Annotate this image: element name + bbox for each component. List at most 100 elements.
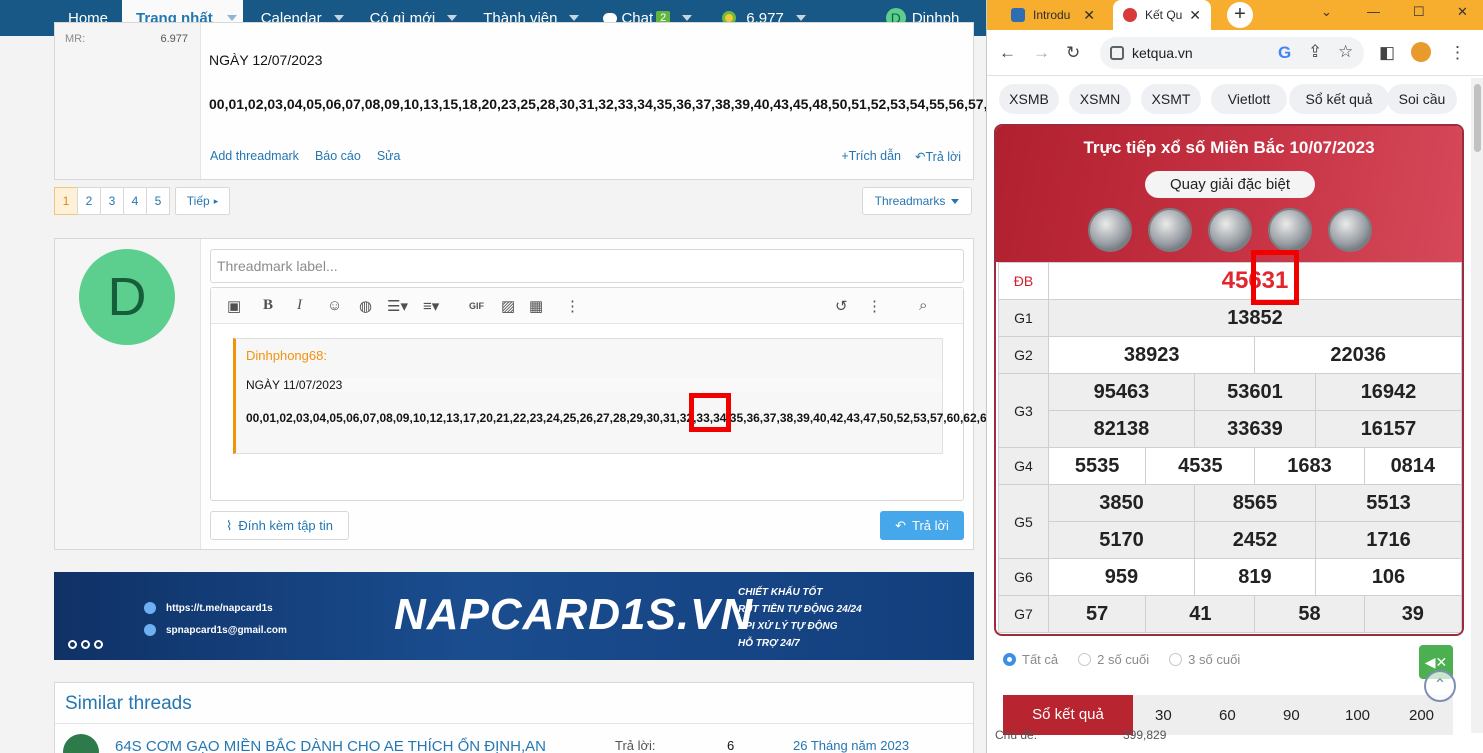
filter-all[interactable]: Tất cả (1003, 652, 1058, 667)
thread-link[interactable]: 64S CƠM GẠO MIỀN BẮC DÀNH CHO AE THÍCH Ổ… (115, 738, 546, 753)
star-icon[interactable]: ☆ (1338, 42, 1353, 62)
thread-date[interactable]: 26 Tháng năm 2023 (793, 738, 909, 753)
page-1[interactable]: 1 (54, 187, 78, 215)
money-icon[interactable]: ▣ (227, 297, 241, 315)
next-page-button[interactable]: Tiếp ▸ (175, 187, 230, 215)
prize-label: ĐB (998, 262, 1049, 300)
chip-soi-cau[interactable]: Soi cầu (1387, 84, 1457, 114)
chevron-down-icon[interactable] (682, 15, 693, 21)
chip-vietlott[interactable]: Vietlott (1211, 84, 1287, 114)
more-icon[interactable]: ⋮ (867, 297, 882, 315)
list-icon[interactable]: ≡▾ (423, 297, 439, 315)
menu-icon[interactable]: ⋮ (1449, 43, 1466, 63)
site-info-icon[interactable] (1110, 46, 1124, 60)
prize-value: 39 (1363, 595, 1462, 633)
category-chips: XSMB XSMN XSMT Vietlott Sổ kết quả Soi c… (987, 76, 1483, 122)
count-option[interactable]: 30 (1155, 707, 1172, 724)
filter-2-digits[interactable]: 2 số cuối (1078, 652, 1149, 667)
carousel-dot[interactable] (81, 640, 90, 649)
sidepanel-icon[interactable]: ◧ (1379, 43, 1395, 63)
count-option[interactable]: 60 (1219, 707, 1236, 724)
close-icon[interactable]: ✕ (1457, 4, 1468, 20)
mr-value: 6.977 (160, 33, 188, 45)
media-icon[interactable]: ▦ (529, 297, 543, 315)
chevron-down-icon[interactable] (569, 15, 580, 21)
count-option[interactable]: 100 (1345, 707, 1370, 724)
chip-so-ket-qua[interactable]: Sổ kết quả (1289, 84, 1389, 114)
chip-xsmb[interactable]: XSMB (999, 84, 1059, 114)
quote-link[interactable]: +Trích dẫn (841, 149, 901, 164)
table-row: G1 13852 (998, 299, 1462, 337)
italic-icon[interactable]: I (297, 297, 302, 314)
emoji-icon[interactable]: ☺ (327, 297, 342, 314)
avatar[interactable] (63, 734, 99, 753)
submit-reply-button[interactable]: ↶ Trả lời (880, 511, 964, 540)
chevron-down-icon[interactable] (795, 15, 806, 21)
carousel-dot[interactable] (94, 640, 103, 649)
chevron-down-icon[interactable] (333, 15, 344, 21)
threadmarks-button[interactable]: Threadmarks (862, 187, 972, 215)
new-tab-button[interactable]: + (1227, 2, 1253, 28)
url-text: ketqua.vn (1132, 45, 1193, 61)
tab-introduction[interactable]: Introdu ✕ (1001, 0, 1105, 30)
report-link[interactable]: Báo cáo (315, 149, 361, 163)
palette-icon[interactable]: ◍ (359, 297, 372, 315)
filter-3-digits[interactable]: 3 số cuối (1169, 652, 1240, 667)
threadmark-label-input[interactable]: Threadmark label... (210, 249, 964, 283)
chevron-down-icon[interactable] (226, 15, 237, 21)
google-icon[interactable]: G (1278, 43, 1291, 63)
tab-ket-qua[interactable]: Kết Qu ✕ (1113, 0, 1211, 30)
gif-icon[interactable]: GIF (469, 301, 484, 311)
similar-threads-title: Similar threads (65, 693, 192, 714)
minimize-icon[interactable]: — (1367, 4, 1380, 19)
profile-icon[interactable] (1411, 42, 1431, 62)
attach-label: Đính kèm tập tin (238, 518, 333, 533)
carousel-dot[interactable] (68, 640, 77, 649)
chip-xsmt[interactable]: XSMT (1141, 84, 1201, 114)
image-icon[interactable]: ▨ (501, 297, 515, 315)
edit-link[interactable]: Sửa (377, 149, 401, 163)
chevron-down-icon[interactable] (447, 15, 458, 21)
prize-value: 13852 (1048, 299, 1462, 337)
undo-icon[interactable]: ↺ (835, 297, 848, 315)
chevron-down-icon[interactable]: ⌄ (1321, 4, 1332, 20)
share-icon[interactable]: ⇪ (1308, 42, 1322, 62)
quote-author[interactable]: Dinhphong68: (246, 348, 327, 363)
lottery-header: Trực tiếp xổ số Miền Bắc 10/07/2023 Quay… (996, 126, 1462, 262)
reply-link[interactable]: ↶Trả lời (915, 149, 961, 164)
stats-peek: Chủ đề: 399,829 (995, 728, 1225, 742)
count-option[interactable]: 90 (1283, 707, 1300, 724)
more-icon[interactable]: ⋮ (565, 297, 580, 315)
add-threadmark-link[interactable]: Add threadmark (210, 149, 299, 163)
reload-icon[interactable]: ↻ (1066, 43, 1080, 63)
bold-icon[interactable]: B (263, 297, 273, 314)
spin-special-button[interactable]: Quay giải đặc biệt (1145, 171, 1315, 198)
table-row: G6 959 819 106 (998, 558, 1462, 596)
site-favicon-icon (1011, 8, 1025, 22)
close-icon[interactable]: ✕ (1083, 7, 1095, 24)
close-icon[interactable]: ✕ (1189, 7, 1201, 24)
maximize-icon[interactable]: ☐ (1413, 4, 1425, 20)
omnibox[interactable]: ketqua.vn G ⇪ ☆ (1100, 37, 1364, 69)
scrollbar-thumb[interactable] (1474, 84, 1481, 152)
scroll-top-button[interactable]: ⌃ (1424, 670, 1456, 702)
back-icon[interactable]: ← (999, 43, 1016, 63)
count-option[interactable]: 200 (1409, 707, 1434, 724)
carousel-dots[interactable] (68, 640, 103, 649)
prize-value: 0814 (1363, 447, 1462, 485)
page-5[interactable]: 5 (146, 187, 170, 215)
scrollbar[interactable] (1471, 78, 1483, 733)
preview-icon[interactable]: ⌕ (919, 297, 927, 314)
attach-file-button[interactable]: ⌇ Đính kèm tập tin (210, 511, 349, 540)
table-row: G3 95463 53601 16942 (998, 373, 1462, 448)
page-4[interactable]: 4 (123, 187, 147, 215)
avatar[interactable]: D (79, 249, 175, 345)
chip-xsmn[interactable]: XSMN (1069, 84, 1131, 114)
forward-icon[interactable]: → (1033, 43, 1050, 63)
page-2[interactable]: 2 (77, 187, 101, 215)
prize-value: 58 (1254, 595, 1365, 633)
ad-banner[interactable]: https://t.me/napcard1s spnapcard1s@gmail… (54, 572, 974, 660)
page-3[interactable]: 3 (100, 187, 124, 215)
align-icon[interactable]: ☰▾ (387, 297, 408, 315)
rich-text-editor[interactable]: ▣ B I ☺ ◍ ☰▾ ≡▾ GIF ▨ ▦ ⋮ ↺ ⋮ ⌕ Dinhphon… (210, 287, 1310, 501)
